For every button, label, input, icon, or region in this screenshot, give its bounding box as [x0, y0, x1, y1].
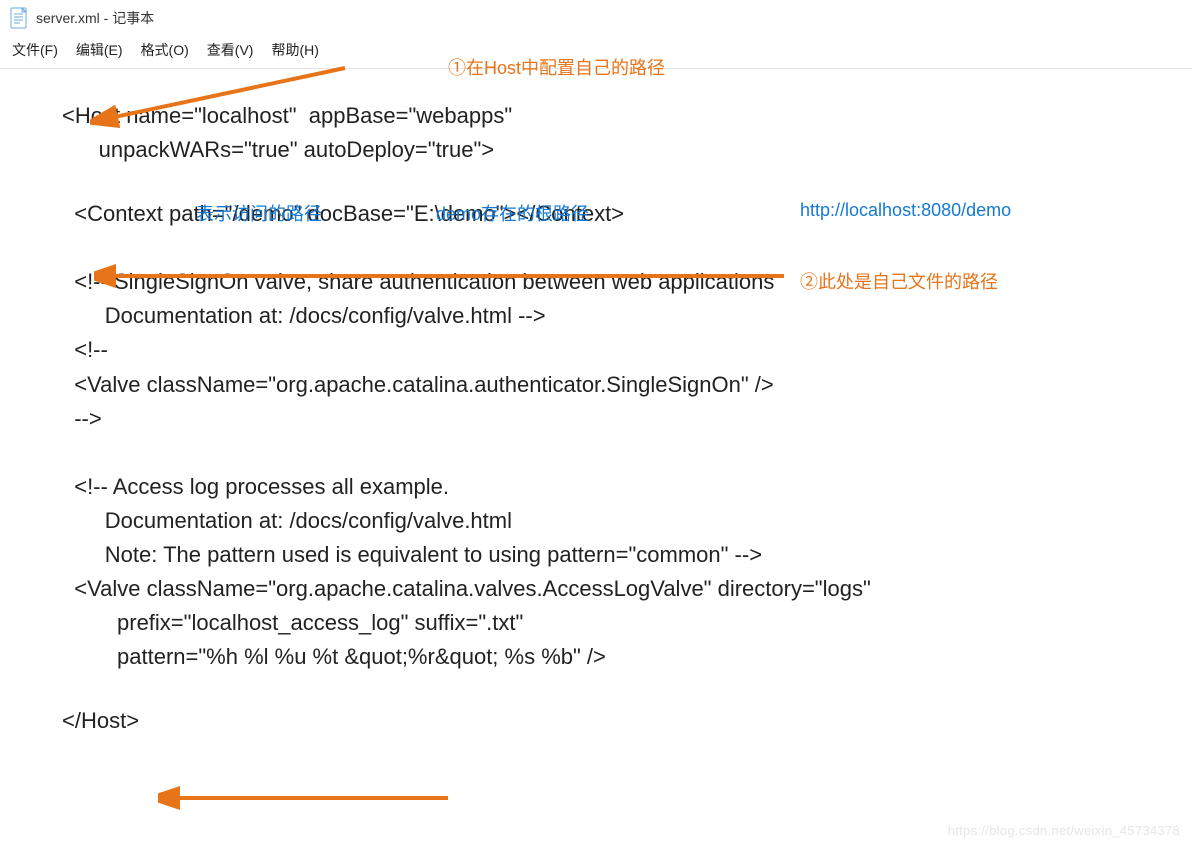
code-line: <!-- SingleSignOn valve, share authentic…	[62, 265, 1170, 299]
code-line: unpackWARs="true" autoDeploy="true">	[62, 133, 1170, 167]
notepad-window: server.xml - 记事本 文件(F) 编辑(E) 格式(O) 查看(V)…	[0, 0, 1192, 842]
arrow-to-endhost	[158, 784, 458, 812]
notepad-file-icon	[10, 7, 28, 29]
menu-format[interactable]: 格式(O)	[141, 40, 189, 60]
watermark: https://blog.csdn.net/weixin_45734378	[948, 823, 1180, 838]
titlebar: server.xml - 记事本	[0, 0, 1192, 36]
code-line: <Valve className="org.apache.catalina.au…	[62, 368, 1170, 402]
code-line: -->	[62, 402, 1170, 436]
editor-content[interactable]: <Host name="localhost" appBase="webapps"…	[0, 69, 1192, 738]
code-line: Documentation at: /docs/config/valve.htm…	[62, 299, 1170, 333]
code-line: pattern="%h %l %u %t &quot;%r&quot; %s %…	[62, 640, 1170, 674]
code-line: <Context path="/demo" docBase="E:\demo">…	[62, 197, 1170, 231]
code-line: <!-- Access log processes all example.	[62, 470, 1170, 504]
code-line: </Host>	[62, 704, 1170, 738]
code-line: <!--	[62, 333, 1170, 367]
code-line: Note: The pattern used is equivalent to …	[62, 538, 1170, 572]
menubar: 文件(F) 编辑(E) 格式(O) 查看(V) 帮助(H)	[0, 36, 1192, 69]
menu-help[interactable]: 帮助(H)	[271, 40, 318, 60]
code-line: <Host name="localhost" appBase="webapps"	[62, 99, 1170, 133]
menu-edit[interactable]: 编辑(E)	[76, 40, 123, 60]
menu-view[interactable]: 查看(V)	[207, 40, 254, 60]
menu-file[interactable]: 文件(F)	[12, 40, 58, 60]
code-line: <Valve className="org.apache.catalina.va…	[62, 572, 1170, 606]
code-line: Documentation at: /docs/config/valve.htm…	[62, 504, 1170, 538]
window-title: server.xml - 记事本	[36, 8, 154, 28]
code-line: prefix="localhost_access_log" suffix=".t…	[62, 606, 1170, 640]
